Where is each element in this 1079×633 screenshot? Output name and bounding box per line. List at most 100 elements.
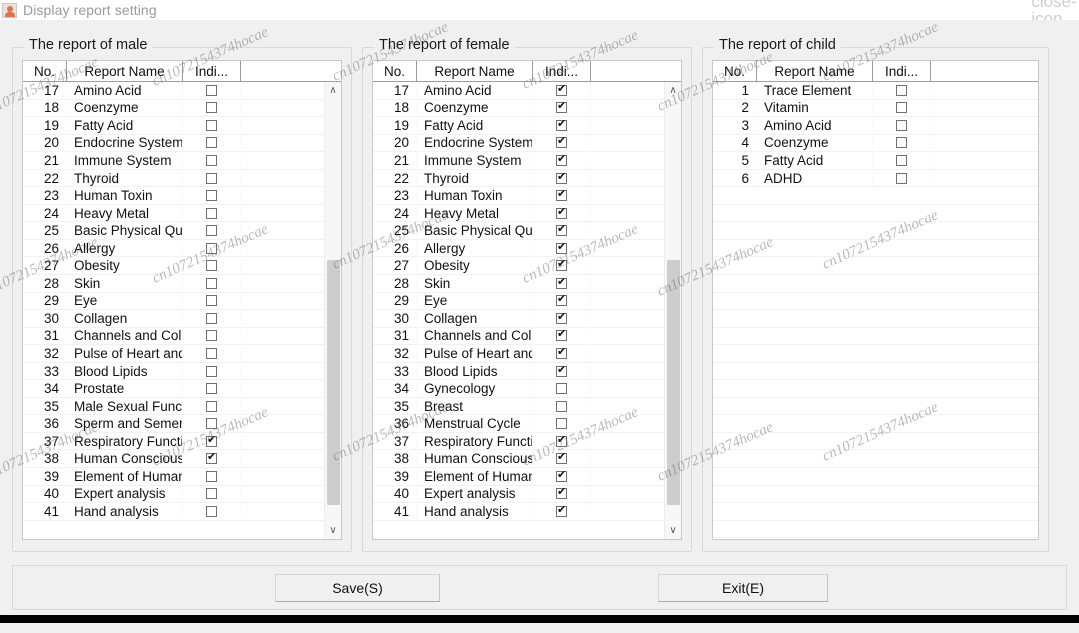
table-row[interactable]: 35Breast	[373, 398, 681, 416]
indicator-checkbox[interactable]	[556, 102, 567, 113]
table-row[interactable]: 41Hand analysis	[373, 503, 681, 521]
indicator-checkbox[interactable]	[206, 453, 217, 464]
indicator-checkbox[interactable]	[206, 278, 217, 289]
indicator-checkbox[interactable]	[206, 243, 217, 254]
indicator-checkbox[interactable]	[556, 330, 567, 341]
indicator-checkbox[interactable]	[556, 366, 567, 377]
table-row[interactable]: 21Immune System	[23, 152, 341, 170]
scroll-down-icon[interactable]: ∨	[665, 522, 681, 539]
table-row[interactable]: 27Obesity	[373, 257, 681, 275]
cell-indicator[interactable]	[533, 471, 591, 482]
indicator-checkbox[interactable]	[556, 173, 567, 184]
indicator-checkbox[interactable]	[556, 155, 567, 166]
column-header-indicator[interactable]: Indi...	[873, 61, 931, 81]
indicator-checkbox[interactable]	[896, 85, 907, 96]
table-row[interactable]: 17Amino Acid	[23, 82, 341, 100]
indicator-checkbox[interactable]	[206, 383, 217, 394]
scroll-down-icon[interactable]: ∨	[325, 522, 341, 539]
indicator-checkbox[interactable]	[556, 243, 567, 254]
cell-indicator[interactable]	[183, 348, 241, 359]
indicator-checkbox[interactable]	[896, 137, 907, 148]
indicator-checkbox[interactable]	[206, 208, 217, 219]
table-row[interactable]: 20Endocrine System	[23, 135, 341, 153]
indicator-checkbox[interactable]	[556, 453, 567, 464]
cell-indicator[interactable]	[533, 155, 591, 166]
indicator-checkbox[interactable]	[206, 137, 217, 148]
scrollbar-thumb[interactable]	[327, 260, 340, 505]
table-row[interactable]: 38Human Consciousness	[23, 450, 341, 468]
indicator-checkbox[interactable]	[556, 278, 567, 289]
table-row[interactable]: 5Fatty Acid	[713, 152, 1038, 170]
indicator-checkbox[interactable]	[896, 155, 907, 166]
table-row[interactable]: 20Endocrine System	[373, 135, 681, 153]
indicator-checkbox[interactable]	[896, 173, 907, 184]
table-row[interactable]: 23Human Toxin	[23, 187, 341, 205]
cell-indicator[interactable]	[183, 85, 241, 96]
table-row[interactable]: 30Collagen	[23, 310, 341, 328]
indicator-checkbox[interactable]	[206, 190, 217, 201]
cell-indicator[interactable]	[533, 418, 591, 429]
cell-indicator[interactable]	[183, 313, 241, 324]
cell-indicator[interactable]	[183, 366, 241, 377]
cell-indicator[interactable]	[533, 401, 591, 412]
indicator-checkbox[interactable]	[556, 313, 567, 324]
table-row[interactable]: 37Respiratory Function	[373, 433, 681, 451]
cell-indicator[interactable]	[183, 155, 241, 166]
indicator-checkbox[interactable]	[556, 383, 567, 394]
cell-indicator[interactable]	[533, 260, 591, 271]
exit-button[interactable]: Exit(E)	[658, 574, 828, 602]
cell-indicator[interactable]	[183, 453, 241, 464]
report-grid-male[interactable]: No.Report NameIndi...17Amino Acid18Coenz…	[22, 60, 342, 540]
table-row[interactable]: 37Respiratory Function	[23, 433, 341, 451]
indicator-checkbox[interactable]	[556, 85, 567, 96]
cell-indicator[interactable]	[183, 401, 241, 412]
scrollbar-track[interactable]	[325, 99, 341, 522]
scroll-up-icon[interactable]: ∧	[325, 82, 341, 99]
cell-indicator[interactable]	[183, 225, 241, 236]
table-row[interactable]: 40Expert analysis	[23, 486, 341, 504]
cell-indicator[interactable]	[533, 278, 591, 289]
indicator-checkbox[interactable]	[556, 260, 567, 271]
column-header-no[interactable]: No.	[373, 61, 417, 81]
cell-indicator[interactable]	[533, 313, 591, 324]
indicator-checkbox[interactable]	[206, 120, 217, 131]
table-row[interactable]: 30Collagen	[373, 310, 681, 328]
cell-indicator[interactable]	[533, 120, 591, 131]
column-header-indicator[interactable]: Indi...	[533, 61, 591, 81]
table-row[interactable]: 31Channels and Collaterals	[23, 328, 341, 346]
cell-indicator[interactable]	[183, 330, 241, 341]
column-header-name[interactable]: Report Name	[417, 61, 533, 81]
cell-indicator[interactable]	[533, 506, 591, 517]
cell-indicator[interactable]	[183, 137, 241, 148]
indicator-checkbox[interactable]	[896, 102, 907, 113]
indicator-checkbox[interactable]	[206, 348, 217, 359]
cell-indicator[interactable]	[183, 260, 241, 271]
indicator-checkbox[interactable]	[556, 436, 567, 447]
table-row[interactable]: 34Prostate	[23, 380, 341, 398]
indicator-checkbox[interactable]	[556, 137, 567, 148]
cell-indicator[interactable]	[533, 102, 591, 113]
report-grid-child[interactable]: No.Report NameIndi...1Trace Element2Vita…	[712, 60, 1039, 540]
indicator-checkbox[interactable]	[206, 401, 217, 412]
save-button[interactable]: Save(S)	[275, 574, 440, 602]
cell-indicator[interactable]	[183, 383, 241, 394]
table-row[interactable]: 38Human Consciousness	[373, 450, 681, 468]
table-row[interactable]: 3Amino Acid	[713, 117, 1038, 135]
table-row[interactable]: 21Immune System	[373, 152, 681, 170]
table-row[interactable]: 26Allergy	[23, 240, 341, 258]
scrollbar-thumb[interactable]	[667, 260, 680, 505]
cell-indicator[interactable]	[533, 225, 591, 236]
table-row[interactable]: 29Eye	[23, 293, 341, 311]
cell-indicator[interactable]	[183, 488, 241, 499]
cell-indicator[interactable]	[873, 102, 931, 113]
cell-indicator[interactable]	[183, 418, 241, 429]
indicator-checkbox[interactable]	[206, 471, 217, 482]
indicator-checkbox[interactable]	[556, 190, 567, 201]
cell-indicator[interactable]	[533, 436, 591, 447]
vertical-scrollbar-male[interactable]: ∧∨	[324, 82, 341, 539]
table-row[interactable]: 19Fatty Acid	[373, 117, 681, 135]
indicator-checkbox[interactable]	[206, 102, 217, 113]
column-header-name[interactable]: Report Name	[67, 61, 183, 81]
table-row[interactable]: 6ADHD	[713, 170, 1038, 188]
cell-indicator[interactable]	[533, 137, 591, 148]
